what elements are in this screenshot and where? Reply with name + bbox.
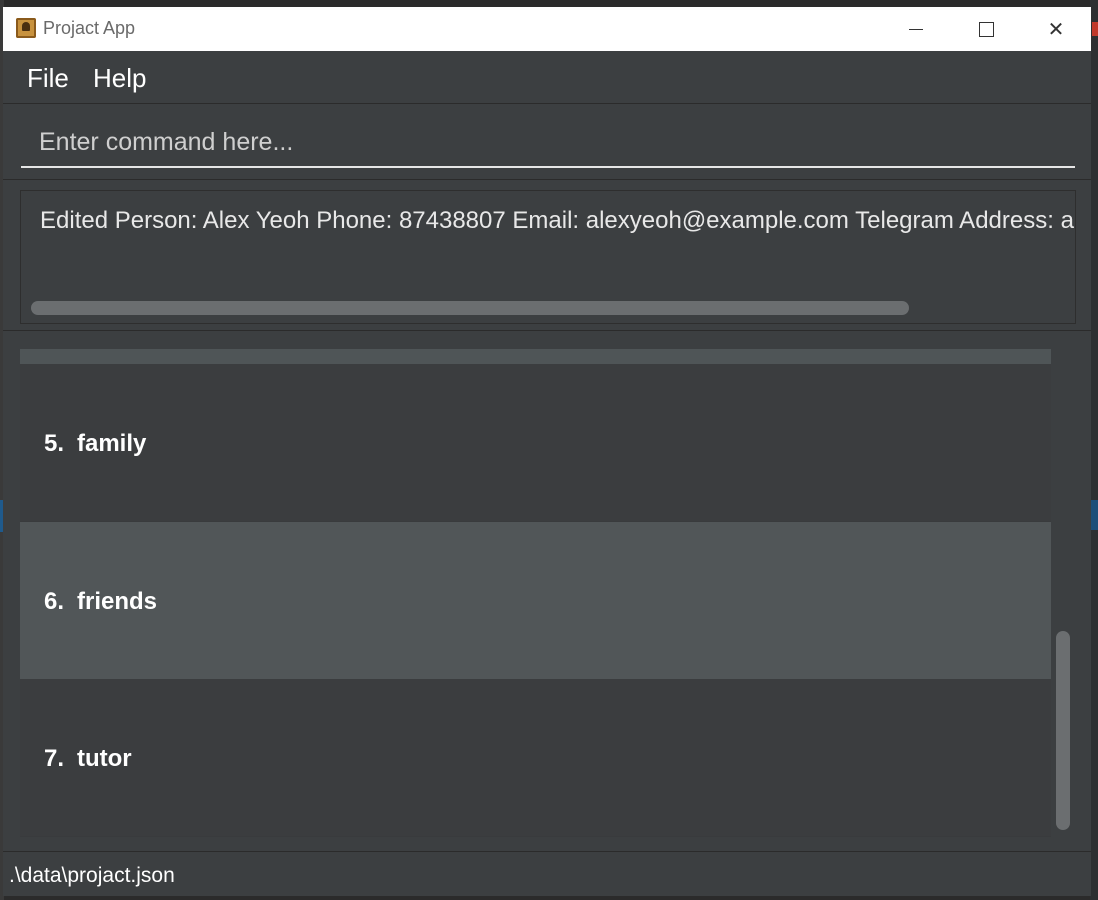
list-item-name: tutor (77, 745, 132, 772)
list-item-selected[interactable]: 6. friends (20, 522, 1051, 679)
tag-list[interactable]: 5. family 6. friends 7. tutor (20, 349, 1051, 837)
background-highlight (1090, 500, 1098, 530)
background-window-right-edge (1090, 0, 1098, 900)
menu-help[interactable]: Help (93, 63, 146, 94)
close-icon: ✕ (1047, 18, 1065, 41)
command-box (3, 104, 1091, 180)
horizontal-scrollbar[interactable] (31, 301, 909, 315)
list-item[interactable]: 5. family (20, 364, 1051, 521)
background-highlight (1092, 22, 1098, 36)
close-button[interactable]: ✕ (1021, 7, 1091, 51)
list-item[interactable]: 7. tutor (20, 679, 1051, 836)
maximize-button[interactable] (951, 7, 1021, 51)
list-item-index: 5. (44, 430, 65, 457)
app-icon (16, 18, 36, 38)
list-item-index: 7. (44, 745, 65, 772)
save-location: .\data\projact.json (9, 864, 175, 887)
app-window: Projact App ✕ File Help Edited Person: A… (3, 7, 1091, 896)
command-input[interactable] (21, 118, 1075, 168)
tag-list-pane: 5. family 6. friends 7. tutor (3, 331, 1091, 851)
status-bar: .\data\projact.json (3, 851, 1091, 896)
result-display-pane: Edited Person: Alex Yeoh Phone: 87438807… (3, 180, 1091, 331)
list-item-name: family (77, 430, 147, 457)
title-bar[interactable]: Projact App ✕ (3, 7, 1091, 51)
list-item-index: 6. (44, 588, 65, 615)
menu-bar: File Help (3, 51, 1091, 104)
list-item-partial[interactable] (20, 349, 1051, 364)
menu-file[interactable]: File (27, 63, 69, 94)
result-display[interactable]: Edited Person: Alex Yeoh Phone: 87438807… (20, 190, 1076, 324)
maximize-icon (978, 21, 994, 37)
vertical-scrollbar[interactable] (1056, 631, 1070, 830)
minimize-button[interactable] (881, 7, 951, 51)
minimize-icon (909, 28, 923, 30)
list-item-name: friends (77, 588, 158, 615)
result-message: Edited Person: Alex Yeoh Phone: 87438807… (40, 207, 1074, 234)
window-title: Projact App (43, 18, 136, 38)
